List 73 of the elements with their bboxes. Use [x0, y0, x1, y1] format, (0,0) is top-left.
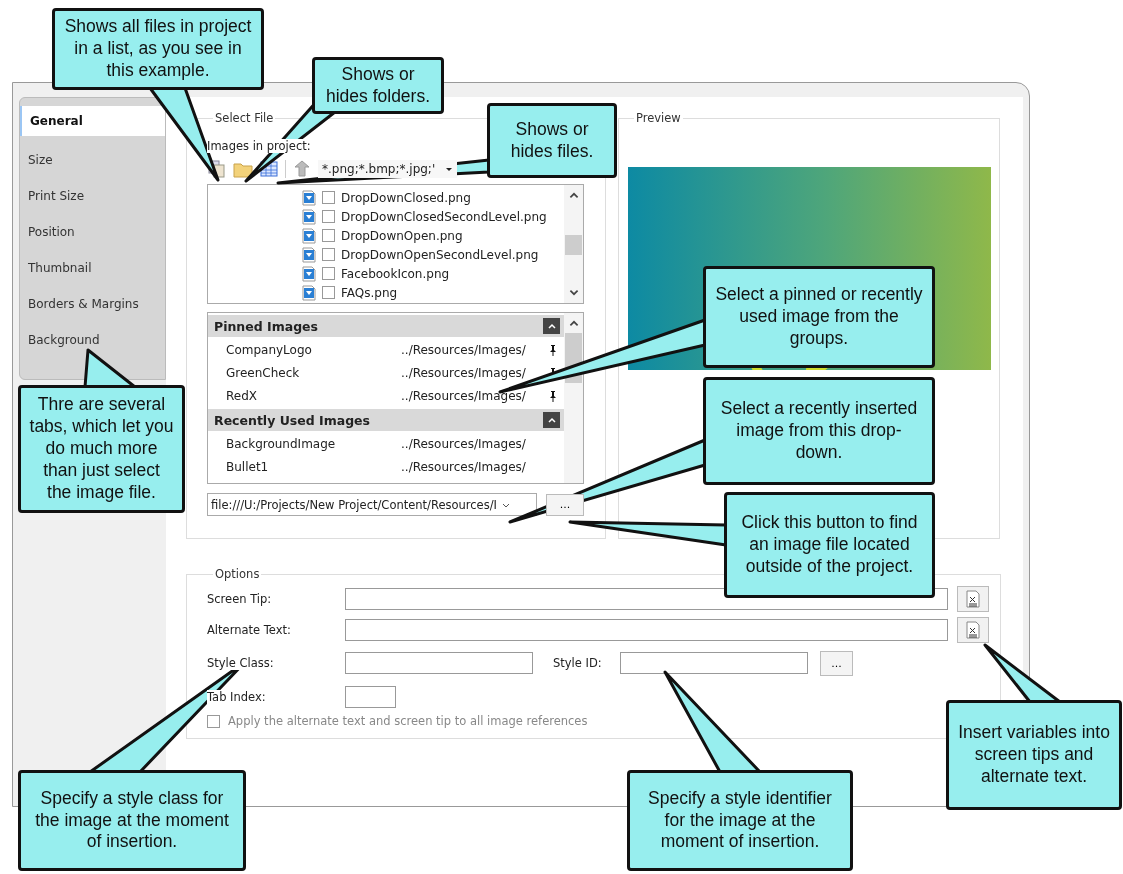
tab[interactable]: Borders & Margins — [20, 286, 165, 322]
field-label: Style ID: — [553, 656, 603, 670]
checkbox[interactable] — [322, 210, 335, 223]
filter-dropdown[interactable]: *.png;*.bmp;*.jpg;' — [318, 160, 458, 178]
variable-icon — [966, 589, 980, 608]
image-name[interactable]: GreenCheck — [226, 365, 401, 380]
callout: Click this button to find an image file located outside of the project. — [724, 492, 935, 598]
tab[interactable]: Thumbnail — [20, 250, 165, 286]
image-file-icon — [302, 284, 316, 301]
file-name[interactable]: DropDownOpen.png — [341, 228, 463, 243]
callout: Specify a style class for the image at the moment of insertion. — [18, 770, 246, 871]
browse-button[interactable]: ... — [546, 493, 584, 516]
tab[interactable]: Print Size — [20, 178, 165, 214]
variable-button[interactable] — [957, 616, 989, 643]
tab[interactable]: Background — [20, 322, 165, 358]
image-file-icon — [302, 227, 316, 244]
chevron-icon — [546, 415, 557, 425]
image-file-icon — [302, 208, 316, 225]
field-label: Images in project: — [207, 139, 311, 153]
group-title: Preview — [635, 111, 682, 125]
input-field[interactable] — [345, 685, 396, 708]
callout: Shows or hides folders. — [312, 57, 444, 114]
file-name[interactable]: DropDownClosed.png — [341, 190, 471, 205]
group-header: Pinned Images — [214, 318, 318, 334]
image-path: ../Resources/Images/ — [401, 342, 527, 357]
tab[interactable]: General — [20, 106, 165, 136]
scrollbar[interactable] — [564, 313, 583, 483]
variable-icon — [966, 620, 980, 639]
input-field[interactable] — [620, 652, 808, 674]
image-name[interactable]: BackgroundImage — [226, 436, 401, 451]
collapse-button[interactable] — [543, 412, 560, 428]
up-folder-icon[interactable] — [292, 159, 312, 179]
image-file-icon — [302, 189, 316, 206]
scrollbar[interactable] — [564, 185, 583, 303]
image-file-icon — [302, 265, 316, 282]
input-field[interactable] — [345, 618, 948, 641]
checkbox[interactable] — [322, 248, 335, 261]
callout: Thre are several tabs, which let you do much more than just select the image file. — [18, 385, 185, 513]
chevron-icon — [546, 321, 557, 331]
dropdown-arrow-icon — [445, 165, 454, 173]
file-name[interactable]: DropDownOpenSecondLevel.png — [341, 247, 539, 262]
input-field[interactable] — [345, 652, 533, 674]
tab[interactable]: Position — [20, 214, 165, 250]
file-name[interactable]: DropDownClosedSecondLevel.png — [341, 209, 547, 224]
checkbox-label: Apply the alternate text and screen tip to all image references — [228, 714, 588, 728]
tab[interactable]: Size — [20, 142, 165, 178]
url-dropdown[interactable]: file:///U:/Projects/New Project/Content/Resources/I — [207, 493, 537, 516]
image-path: ../Resources/Images/ — [401, 388, 527, 403]
image-file-icon — [302, 246, 316, 263]
group-title: Options — [214, 567, 261, 581]
image-name[interactable]: RedX — [226, 388, 401, 403]
collapse-button[interactable] — [543, 318, 560, 334]
image-name[interactable]: Bullet1 — [226, 459, 401, 474]
image-path: ../Resources/Images/ — [401, 365, 527, 380]
checkbox[interactable] — [322, 191, 335, 204]
image-name[interactable]: CompanyLogo — [226, 342, 401, 357]
browse-button[interactable]: ... — [820, 650, 853, 676]
checkbox[interactable] — [322, 267, 335, 280]
group-header: Recently Used Images — [214, 412, 370, 428]
file-name[interactable]: FacebookIcon.png — [341, 266, 450, 281]
checkbox[interactable] — [322, 229, 335, 242]
callout: Shows or hides files. — [487, 103, 617, 178]
callout: Select a pinned or recently used image from the groups. — [703, 266, 935, 368]
file-name[interactable]: FAQs.png — [341, 285, 398, 300]
callout: Select a recently inserted image from this drop-down. — [703, 377, 935, 485]
group-title: Select File — [214, 111, 275, 125]
scrollbar-thumb[interactable] — [565, 235, 582, 255]
pin-icon[interactable] — [548, 343, 558, 356]
image-path: ../Resources/Images/ — [401, 459, 527, 474]
image-path: ../Resources/Images/ — [401, 436, 527, 451]
checkbox[interactable] — [322, 286, 335, 299]
variable-button[interactable] — [957, 585, 989, 612]
pin-icon[interactable] — [548, 389, 558, 402]
